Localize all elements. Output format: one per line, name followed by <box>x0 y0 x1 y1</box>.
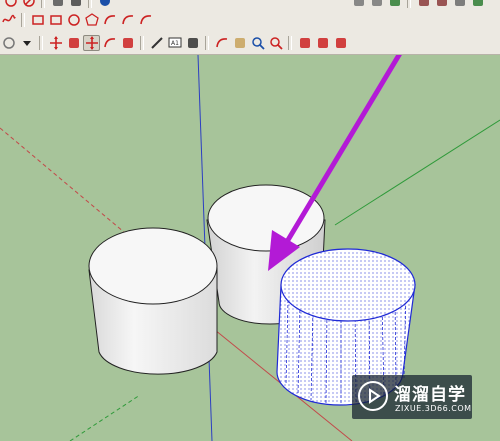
annotation-arrow <box>268 55 402 271</box>
dropdown-arrow-icon[interactable] <box>18 35 35 51</box>
arrow-icon[interactable] <box>49 0 66 9</box>
component-icon-1[interactable] <box>415 0 432 9</box>
orbit-icon[interactable] <box>213 35 230 51</box>
warehouse-icon[interactable] <box>296 35 313 51</box>
toolbar-separator <box>39 35 43 50</box>
eraser-icon[interactable] <box>0 35 17 51</box>
toolbar-separator <box>21 12 25 27</box>
text-icon[interactable]: A1 <box>166 35 183 51</box>
drawing-toolbar <box>0 11 154 28</box>
no-entry-icon[interactable] <box>20 0 37 9</box>
circle-tool-icon[interactable] <box>2 0 19 9</box>
toolbar-separator <box>140 35 144 50</box>
pan-icon[interactable] <box>231 35 248 51</box>
green-axis-dashed <box>69 394 141 441</box>
toolbar-separator <box>41 0 45 8</box>
share-model-icon[interactable] <box>332 35 349 51</box>
two-point-arc-icon[interactable] <box>119 12 136 28</box>
watermark-subtitle: ZIXUE.3D66.COM <box>395 404 472 413</box>
zoom-extents-icon[interactable] <box>267 35 284 51</box>
rotated-rectangle-icon[interactable] <box>47 12 64 28</box>
watermark-logo-icon <box>358 381 388 411</box>
toolbar-row-1-left <box>2 0 113 9</box>
toolbar-separator <box>288 35 292 50</box>
watermark-title: 溜溜自学 <box>394 385 466 405</box>
rotate-icon[interactable] <box>101 35 118 51</box>
axes-icon[interactable] <box>184 35 201 51</box>
arc-icon[interactable] <box>101 12 118 28</box>
modeling-viewport[interactable]: 溜溜自学 ZIXUE.3D66.COM <box>0 55 500 441</box>
pie-icon[interactable] <box>137 12 154 28</box>
svg-text:A1: A1 <box>171 40 179 47</box>
toolbar-separator <box>205 35 209 50</box>
component-icon-4[interactable] <box>469 0 486 9</box>
paint-icon[interactable] <box>67 0 84 9</box>
zoom-icon[interactable] <box>249 35 266 51</box>
toolbar-row-1-right <box>350 0 486 9</box>
freehand-icon[interactable] <box>0 12 17 28</box>
push-pull-icon[interactable] <box>65 35 82 51</box>
scale-icon[interactable] <box>119 35 136 51</box>
rectangle-icon[interactable] <box>29 12 46 28</box>
toolbar-separator <box>88 0 92 8</box>
tape-measure-icon[interactable] <box>148 35 165 51</box>
circle-icon[interactable] <box>65 12 82 28</box>
move-icon[interactable] <box>47 35 64 51</box>
cylinder-left[interactable] <box>88 227 218 375</box>
component-icon-3[interactable] <box>451 0 468 9</box>
edit-toolbar: A1 <box>0 34 349 51</box>
info-icon[interactable] <box>96 0 113 9</box>
view-icon-2[interactable] <box>368 0 385 9</box>
component-icon-2[interactable] <box>433 0 450 9</box>
polygon-icon[interactable] <box>83 12 100 28</box>
toolbar-area: A1 <box>0 0 500 55</box>
green-axis <box>334 119 500 226</box>
view-icon-3[interactable] <box>386 0 403 9</box>
extension-warehouse-icon[interactable] <box>314 35 331 51</box>
watermark: 溜溜自学 ZIXUE.3D66.COM <box>352 375 472 419</box>
move-tool-icon[interactable] <box>83 34 100 51</box>
toolbar-separator <box>407 0 411 8</box>
view-icon-1[interactable] <box>350 0 367 9</box>
